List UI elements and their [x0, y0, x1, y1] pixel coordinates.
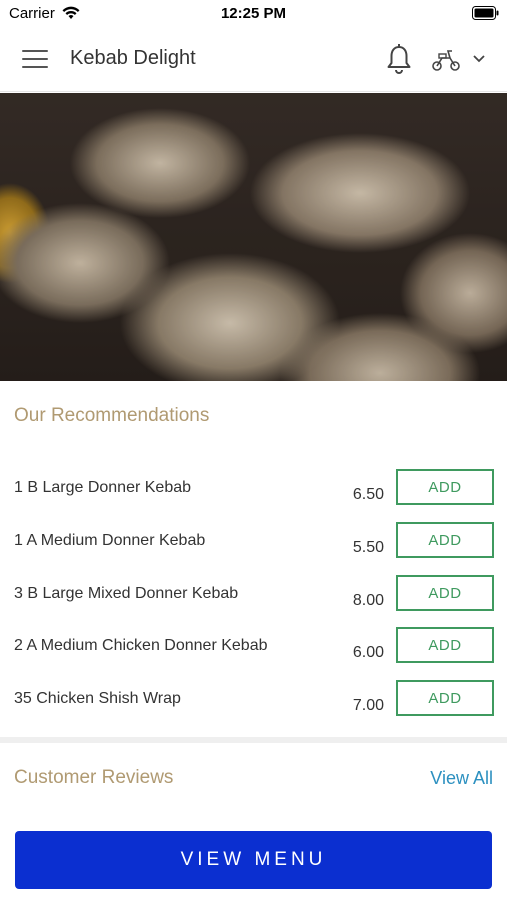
- item-price: 8.00: [352, 592, 384, 609]
- list-item: 1 B Large Donner Kebab 6.50 ADD: [0, 469, 507, 521]
- item-price: 7.00: [352, 697, 384, 714]
- add-button[interactable]: ADD: [396, 469, 494, 505]
- view-menu-button[interactable]: VIEW MENU: [15, 831, 492, 889]
- clock: 12:25 PM: [220, 5, 287, 22]
- scooter-icon[interactable]: [430, 48, 462, 72]
- reviews-title: Customer Reviews: [14, 767, 174, 788]
- item-name: 2 A Medium Chicken Donner Kebab: [14, 637, 268, 654]
- list-item: 2 A Medium Chicken Donner Kebab 6.00 ADD: [0, 627, 507, 679]
- view-all-link[interactable]: View All: [430, 768, 493, 789]
- item-name: 1 A Medium Donner Kebab: [14, 532, 206, 549]
- menu-icon[interactable]: [22, 50, 48, 70]
- add-button[interactable]: ADD: [396, 522, 494, 558]
- list-item: 3 B Large Mixed Donner Kebab 8.00 ADD: [0, 575, 507, 627]
- add-button[interactable]: ADD: [396, 627, 494, 663]
- list-item: 35 Chicken Shish Wrap 7.00 ADD: [0, 680, 507, 732]
- add-button[interactable]: ADD: [396, 575, 494, 611]
- section-divider: [0, 737, 507, 743]
- item-price: 6.00: [352, 644, 384, 661]
- item-name: 3 B Large Mixed Donner Kebab: [14, 585, 239, 602]
- list-item: 1 A Medium Donner Kebab 5.50 ADD: [0, 522, 507, 574]
- item-name: 35 Chicken Shish Wrap: [14, 690, 181, 707]
- add-button[interactable]: ADD: [396, 680, 494, 716]
- app-header: Kebab Delight: [0, 28, 507, 92]
- item-name: 1 B Large Donner Kebab: [14, 479, 192, 496]
- hero-image: [0, 93, 507, 381]
- item-price: 5.50: [352, 539, 384, 556]
- status-bar: Carrier 12:25 PM: [0, 0, 507, 28]
- bell-icon[interactable]: [385, 43, 413, 75]
- page-title: Kebab Delight: [70, 47, 196, 69]
- item-price: 6.50: [352, 486, 384, 503]
- battery-icon: [472, 6, 499, 20]
- recommendations-title: Our Recommendations: [14, 405, 210, 426]
- chevron-down-icon[interactable]: [472, 54, 486, 64]
